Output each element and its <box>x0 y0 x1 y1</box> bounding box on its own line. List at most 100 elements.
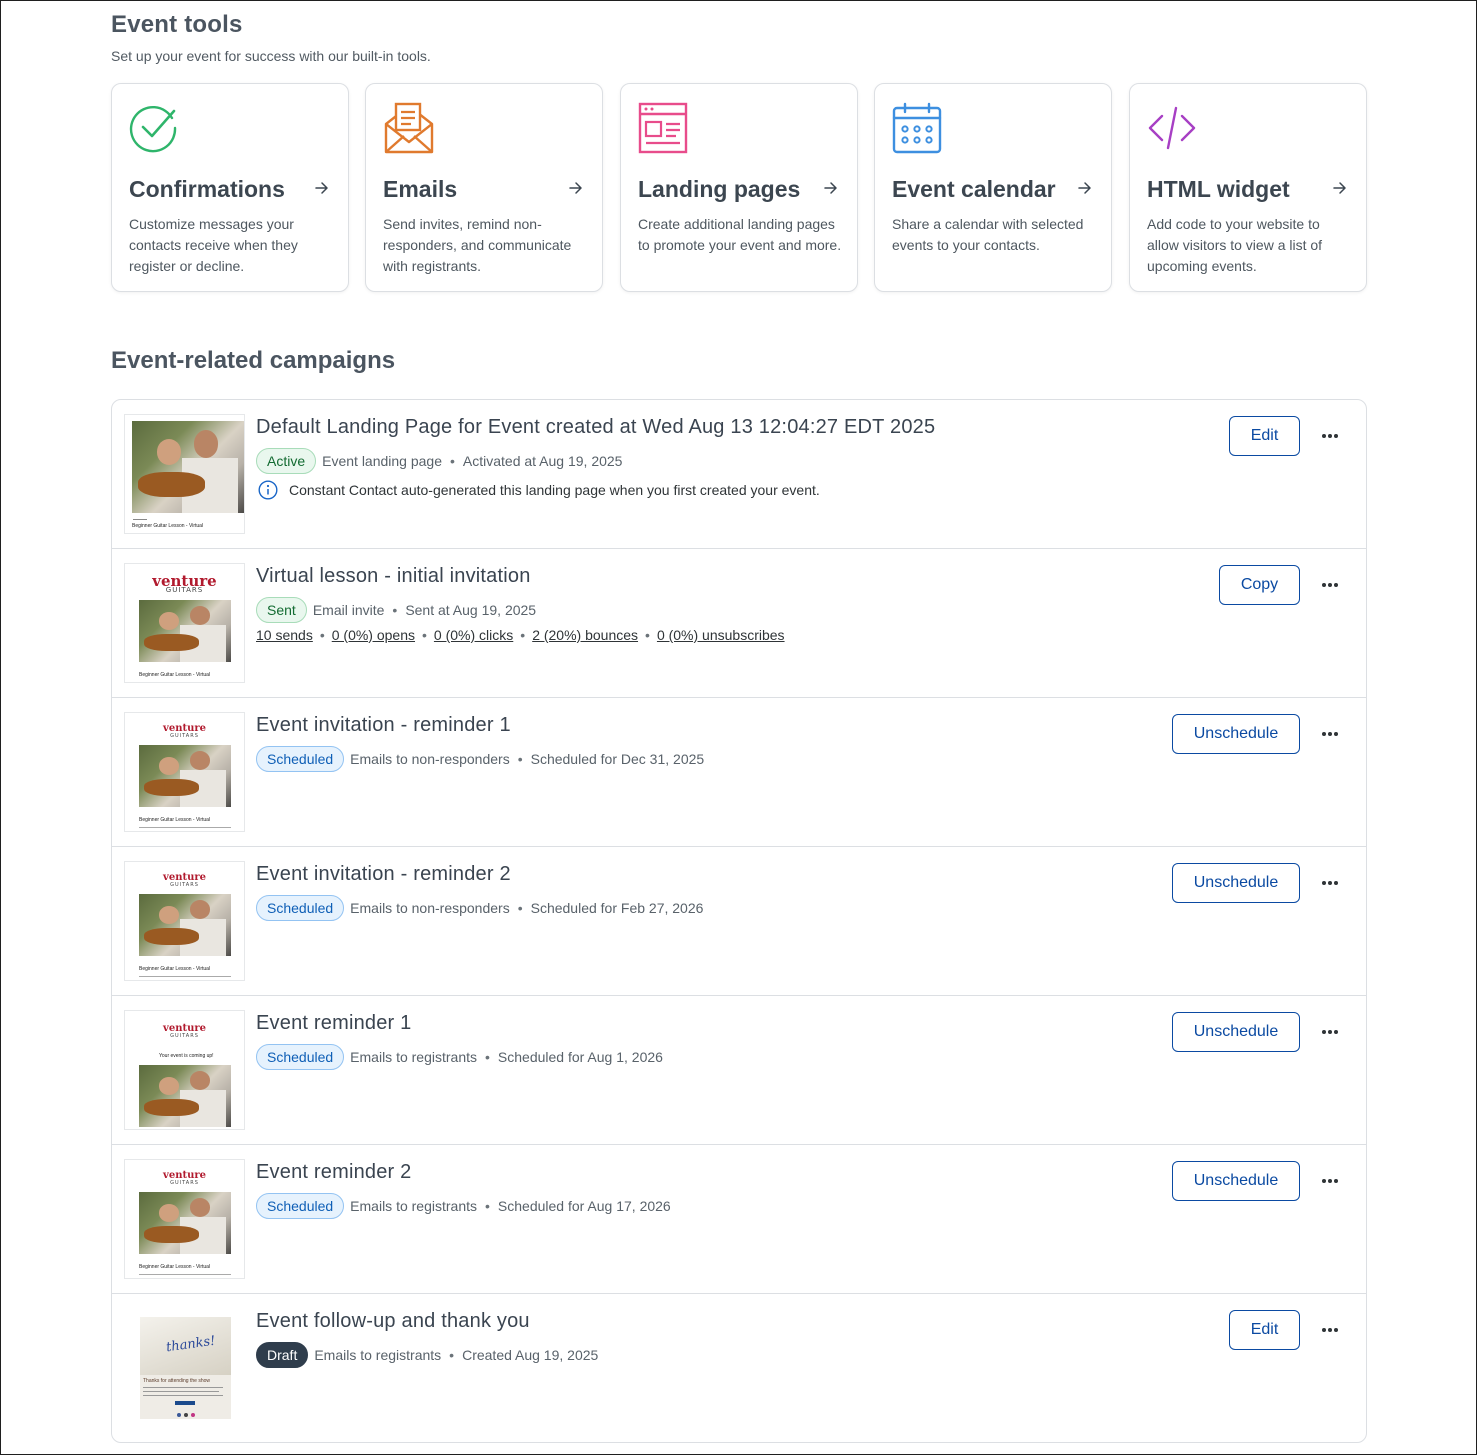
info-message: Constant Contact auto-generated this lan… <box>258 480 820 500</box>
campaign-meta: Scheduled Emails to non-responders • Sch… <box>256 895 703 921</box>
bounces-link[interactable]: 2 (20%) bounces <box>532 627 638 643</box>
separator-dot: • <box>645 627 650 643</box>
more-options-icon[interactable] <box>1319 873 1341 893</box>
campaign-type: Emails to registrants <box>350 1049 477 1065</box>
separator-dot: • <box>392 602 398 618</box>
tool-card-confirmations[interactable]: Confirmations Customize messages your co… <box>111 83 349 292</box>
campaign-title[interactable]: Event reminder 2 <box>256 1161 412 1184</box>
status-badge: Sent <box>256 597 307 623</box>
thumbnail-caption: Beginner Guitar Lesson - Virtual <box>139 966 211 972</box>
campaign-row: venture GUITARS Beginner Guitar Lesson -… <box>112 847 1366 996</box>
campaign-title[interactable]: Event invitation - reminder 2 <box>256 863 511 886</box>
campaign-title[interactable]: Event follow-up and thank you <box>256 1310 530 1333</box>
unschedule-button[interactable]: Unschedule <box>1172 714 1300 754</box>
check-circle-icon <box>129 105 177 153</box>
campaign-thumbnail[interactable]: venture GUITARS Beginner Guitar Lesson -… <box>124 861 245 981</box>
campaign-type: Event landing page <box>322 453 442 469</box>
thumbnail-caption: Beginner Guitar Lesson - Virtual <box>139 672 211 678</box>
tool-title: Confirmations <box>129 176 285 202</box>
calendar-icon <box>892 102 942 154</box>
campaign-type: Email invite <box>312 602 385 618</box>
copy-button[interactable]: Copy <box>1219 565 1300 605</box>
info-text: Constant Contact auto-generated this lan… <box>289 482 820 498</box>
campaign-meta: Draft Emails to registrants • Created Au… <box>256 1342 598 1368</box>
campaign-thumbnail[interactable]: venture GUITARS Beginner Guitar Lesson -… <box>124 712 245 832</box>
landing-page-icon <box>638 102 688 154</box>
thumbnail-photo <box>139 1192 231 1254</box>
clicks-link[interactable]: 0 (0%) clicks <box>434 627 513 643</box>
tool-description: Customize messages your contacts receive… <box>129 216 298 274</box>
tool-description: Send invites, remind non-responders, and… <box>383 216 572 274</box>
thumbnail-photo: thanks! <box>140 1317 231 1375</box>
unschedule-button[interactable]: Unschedule <box>1172 863 1300 903</box>
campaign-meta: Scheduled Emails to registrants • Schedu… <box>256 1044 663 1070</box>
campaign-meta: Active Event landing page • Activated at… <box>256 448 622 474</box>
campaign-row: venture GUITARS Your event is coming up!… <box>112 996 1366 1145</box>
edit-button[interactable]: Edit <box>1229 1310 1300 1350</box>
campaign-row: venture GUITARS Beginner Guitar Lesson -… <box>112 698 1366 847</box>
separator-dot: • <box>517 751 523 767</box>
campaign-type: Emails to non-responders <box>350 751 510 767</box>
event-tools-grid: Confirmations Customize messages your co… <box>111 83 1367 293</box>
campaign-thumbnail[interactable]: venture GUITARS Beginner Guitar Lesson -… <box>124 1159 245 1279</box>
thumbnail-caption: Beginner Guitar Lesson - Virtual <box>132 523 204 529</box>
campaign-title[interactable]: Event reminder 1 <box>256 1012 412 1035</box>
campaign-thumbnail[interactable]: Beginner Guitar Lesson - Virtual <box>124 414 245 534</box>
thumbnail-caption: Beginner Guitar Lesson - Virtual <box>139 817 211 823</box>
campaign-row: Beginner Guitar Lesson - Virtual Default… <box>112 400 1366 549</box>
thumbnail-logo-sub: GUITARS <box>170 1180 199 1186</box>
opens-link[interactable]: 0 (0%) opens <box>332 627 415 643</box>
tool-description: Create additional landing pages to promo… <box>638 216 842 253</box>
event-tools-subtitle: Set up your event for success with our b… <box>111 48 431 64</box>
campaign-row: thanks! Thanks for attending the show Ev… <box>112 1294 1366 1442</box>
campaign-date: Scheduled for Dec 31, 2025 <box>530 751 705 767</box>
thumbnail-logo-sub: GUITARS <box>170 733 199 739</box>
sends-link[interactable]: 10 sends <box>256 627 313 643</box>
campaign-date: Sent at Aug 19, 2025 <box>405 602 537 618</box>
envelope-icon <box>384 102 434 154</box>
thumbnail-photo <box>132 421 244 513</box>
more-options-icon[interactable] <box>1319 426 1341 446</box>
separator-dot: • <box>485 1198 490 1214</box>
more-options-icon[interactable] <box>1319 1171 1341 1191</box>
arrow-right-icon <box>1078 182 1091 194</box>
tool-card-html-widget[interactable]: HTML widget Add code to your website to … <box>1129 83 1367 292</box>
thumbnail-photo <box>139 600 231 662</box>
campaign-thumbnail[interactable]: venture GUITARS Beginner Guitar Lesson -… <box>124 563 245 683</box>
more-options-icon[interactable] <box>1319 1022 1341 1042</box>
campaign-thumbnail[interactable]: venture GUITARS Your event is coming up! <box>124 1010 245 1130</box>
code-icon <box>1148 106 1196 150</box>
arrow-right-icon <box>315 182 328 194</box>
campaigns-title: Event-related campaigns <box>111 347 396 374</box>
tool-card-event-calendar[interactable]: Event calendar Share a calendar with sel… <box>874 83 1112 292</box>
campaign-date: Activated at Aug 19, 2025 <box>462 453 623 469</box>
unschedule-button[interactable]: Unschedule <box>1172 1012 1300 1052</box>
campaign-meta: Sent Email invite • Sent at Aug 19, 2025 <box>256 597 536 623</box>
campaign-title[interactable]: Default Landing Page for Event created a… <box>256 416 935 439</box>
status-badge: Active <box>256 448 317 474</box>
thumbnail-caption: Beginner Guitar Lesson - Virtual <box>139 1264 211 1270</box>
campaign-title[interactable]: Virtual lesson - initial invitation <box>256 565 531 588</box>
more-options-icon[interactable] <box>1319 724 1341 744</box>
status-badge: Scheduled <box>256 895 345 921</box>
unschedule-button[interactable]: Unschedule <box>1172 1161 1300 1201</box>
campaign-title[interactable]: Event invitation - reminder 1 <box>256 714 511 737</box>
more-options-icon[interactable] <box>1319 1320 1341 1340</box>
info-icon <box>258 480 278 500</box>
tool-card-landing-pages[interactable]: Landing pages Create additional landing … <box>620 83 858 292</box>
campaign-date: Scheduled for Aug 1, 2026 <box>497 1049 663 1065</box>
tool-description: Share a calendar with selected events to… <box>892 216 1084 253</box>
edit-button[interactable]: Edit <box>1229 416 1300 456</box>
campaign-thumbnail[interactable]: thanks! Thanks for attending the show <box>124 1308 245 1428</box>
campaign-date: Created Aug 19, 2025 <box>462 1347 599 1363</box>
unsubscribes-link[interactable]: 0 (0%) unsubscribes <box>657 627 785 643</box>
tool-card-emails[interactable]: Emails Send invites, remind non-responde… <box>365 83 603 292</box>
campaign-list: Beginner Guitar Lesson - Virtual Default… <box>111 399 1367 1443</box>
campaign-type: Emails to registrants <box>350 1198 477 1214</box>
thumbnail-logo-sub: GUITARS <box>170 882 199 888</box>
more-options-icon[interactable] <box>1319 575 1341 595</box>
tool-title: HTML widget <box>1147 176 1290 202</box>
status-badge: Scheduled <box>256 1193 345 1219</box>
thumbnail-photo <box>139 1065 231 1127</box>
tool-title: Event calendar <box>892 176 1056 202</box>
